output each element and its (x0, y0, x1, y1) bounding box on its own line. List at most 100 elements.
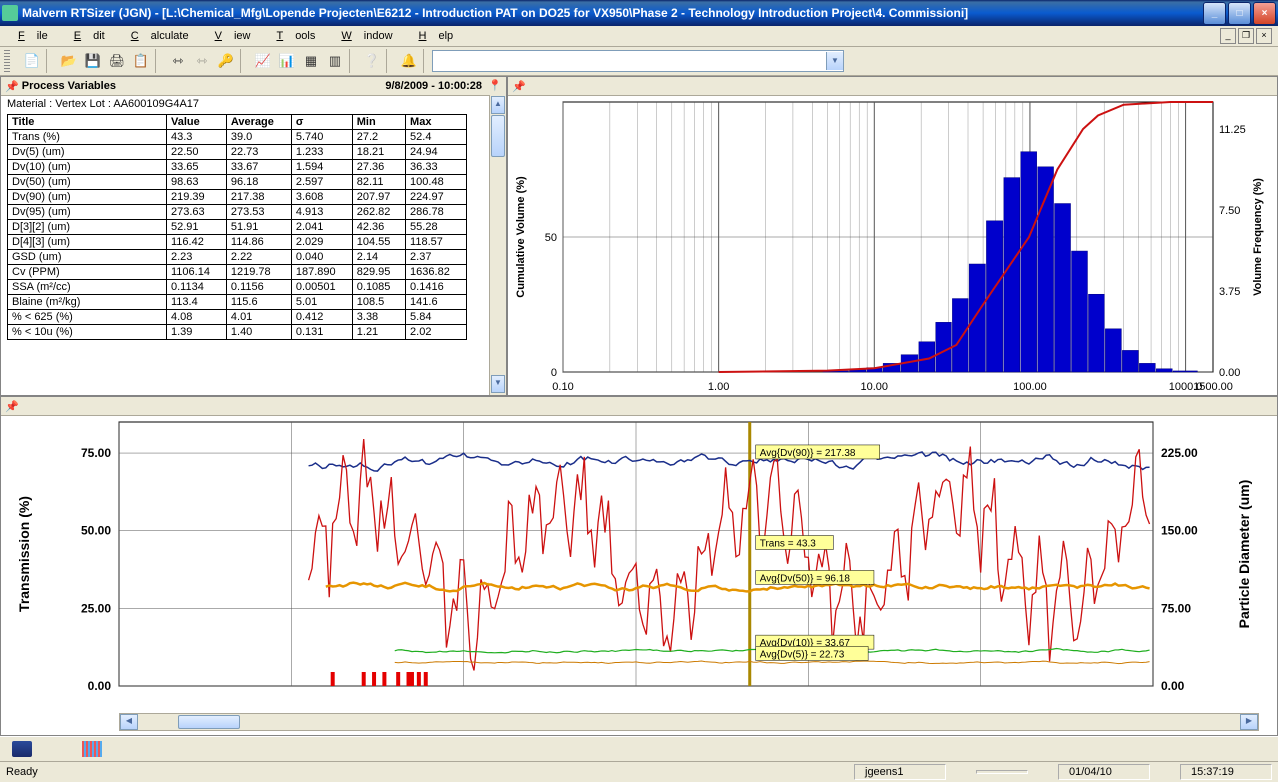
status-user: jgeens1 (854, 764, 946, 780)
computer-icon[interactable] (12, 741, 32, 757)
window-title: Malvern RTSizer (JGN) - [L:\Chemical_Mfg… (22, 6, 968, 20)
table-row: SSA (m²/cc)0.11340.11560.005010.10850.14… (8, 280, 467, 295)
table-row: GSD (um)2.232.220.0402.142.37 (8, 250, 467, 265)
svg-text:11.25: 11.25 (1219, 124, 1246, 136)
menu-edit[interactable]: Edit (62, 28, 117, 44)
status-time: 15:37:19 (1180, 764, 1272, 780)
svg-text:50.00: 50.00 (81, 524, 111, 538)
svg-text:1500.00: 1500.00 (1193, 381, 1233, 393)
workspace: 📌 Process Variables 9/8/2009 - 10:00:28 … (0, 76, 1278, 736)
connect-button[interactable]: ⇿ (168, 51, 188, 71)
tray-bar (0, 736, 1278, 761)
disconnect-button[interactable]: ⇿ (192, 51, 212, 71)
status-ready: Ready (6, 766, 38, 778)
pushpin-icon[interactable]: 📍 (488, 79, 502, 93)
col-max: Max (406, 115, 467, 130)
minimize-button[interactable]: _ (1203, 2, 1226, 25)
table-row: D[4][3] (um)116.42114.862.029104.55118.5… (8, 235, 467, 250)
menu-help[interactable]: Help (407, 28, 466, 44)
menu-file[interactable]: File (6, 28, 60, 44)
panel-scrollbar[interactable]: ▲ ▼ (489, 95, 506, 395)
pin-icon[interactable]: 📌 (5, 80, 19, 93)
table-row: Blaine (m²/kg)113.4115.65.01108.5141.6 (8, 295, 467, 310)
close-button[interactable]: × (1253, 2, 1276, 25)
svg-text:25.00: 25.00 (81, 601, 111, 615)
svg-text:225.00: 225.00 (1161, 446, 1198, 460)
menu-calculate[interactable]: Calculate (119, 28, 201, 44)
col-value: Value (167, 115, 227, 130)
scroll-left-button[interactable]: ◀ (120, 714, 138, 730)
window-titlebar: Malvern RTSizer (JGN) - [L:\Chemical_Mfg… (0, 0, 1278, 26)
chart2-button[interactable]: 📊 (277, 51, 297, 71)
process-variables-panel: 📌 Process Variables 9/8/2009 - 10:00:28 … (0, 76, 507, 396)
save-button[interactable]: 💾 (83, 51, 103, 71)
svg-text:Avg{Dv(90)} = 217.38: Avg{Dv(90)} = 217.38 (760, 448, 856, 459)
hscroll-thumb[interactable] (178, 715, 240, 729)
status-empty (976, 770, 1028, 774)
table-button[interactable]: ▦ (301, 51, 321, 71)
panel-title: Process Variables (22, 80, 116, 92)
svg-text:75.00: 75.00 (1161, 601, 1191, 615)
table-row: Dv(95) (um)273.63273.534.913262.82286.78 (8, 205, 467, 220)
mdi-restore-button[interactable]: ❐ (1238, 28, 1254, 44)
open-button[interactable]: 📂 (59, 51, 79, 71)
svg-text:Avg{Dv(5)} = 22.73: Avg{Dv(5)} = 22.73 (760, 649, 845, 660)
key-button[interactable]: 🔑 (216, 51, 236, 71)
svg-text:100.00: 100.00 (1013, 381, 1047, 393)
report-button[interactable]: ▥ (325, 51, 345, 71)
svg-text:0: 0 (551, 367, 557, 379)
table-row: Trans (%)43.339.05.74027.252.4 (8, 130, 467, 145)
scroll-up-button[interactable]: ▲ (491, 96, 505, 114)
svg-text:Transmission (%): Transmission (%) (16, 496, 32, 612)
svg-text:150.00: 150.00 (1161, 524, 1198, 538)
svg-text:Cumulative Volume (%): Cumulative Volume (%) (515, 176, 527, 298)
chart1-button[interactable]: 📈 (253, 51, 273, 71)
mdi-close-button[interactable]: × (1256, 28, 1272, 44)
svg-text:3.75: 3.75 (1219, 286, 1240, 298)
maximize-button[interactable]: □ (1228, 2, 1251, 25)
col-average: Average (226, 115, 291, 130)
chevron-down-icon[interactable]: ▼ (826, 52, 843, 70)
svg-text:10.00: 10.00 (861, 381, 889, 393)
table-row: % < 625 (%)4.084.010.4123.385.84 (8, 310, 467, 325)
svg-text:0.00: 0.00 (1219, 367, 1240, 379)
table-row: Dv(10) (um)33.6533.671.59427.3636.33 (8, 160, 467, 175)
svg-text:50: 50 (545, 232, 557, 244)
menu-view[interactable]: View (203, 28, 263, 44)
table-row: Dv(5) (um)22.5022.731.23318.2124.94 (8, 145, 467, 160)
svg-text:0.00: 0.00 (88, 679, 112, 693)
col-sigma: σ (291, 115, 352, 130)
psd-chart-panel: 📌 0.101.0010.00100.001000.01500.000500.0… (507, 76, 1278, 396)
table-row: Cv (PPM)1106.141219.78187.890829.951636.… (8, 265, 467, 280)
menu-window[interactable]: Window (329, 28, 404, 44)
toolbar: 📄 📂 💾 🖨 📋 ⇿ ⇿ 🔑 📈 📊 ▦ ▥ ❔ 🔔 ▼ (0, 47, 1278, 76)
svg-text:Avg{Dv(50)} = 96.18: Avg{Dv(50)} = 96.18 (760, 573, 851, 584)
svg-text:Volume Frequency (%): Volume Frequency (%) (1252, 178, 1264, 296)
table-row: Dv(90) (um)219.39217.383.608207.97224.97 (8, 190, 467, 205)
svg-text:0.00: 0.00 (1161, 679, 1185, 693)
help-button[interactable]: ❔ (362, 51, 382, 71)
svg-text:Particle Diameter (um): Particle Diameter (um) (1236, 480, 1252, 629)
col-title: Title (8, 115, 167, 130)
toolbar-grip (4, 50, 10, 72)
pin-icon[interactable]: 📌 (512, 80, 526, 93)
status-date: 01/04/10 (1058, 764, 1150, 780)
trend-hscrollbar[interactable]: ◀ ▶ (119, 713, 1259, 731)
alarm-button[interactable]: 🔔 (399, 51, 419, 71)
wave-icon[interactable] (82, 741, 102, 757)
copy-button[interactable]: 📋 (131, 51, 151, 71)
table-row: Dv(50) (um)98.6396.182.59782.11100.48 (8, 175, 467, 190)
new-button[interactable]: 📄 (22, 51, 42, 71)
svg-text:1.00: 1.00 (708, 381, 729, 393)
mdi-minimize-button[interactable]: _ (1220, 28, 1236, 44)
svg-text:75.00: 75.00 (81, 446, 111, 460)
scroll-right-button[interactable]: ▶ (1240, 714, 1258, 730)
selector-combo[interactable]: ▼ (432, 50, 844, 72)
scroll-down-button[interactable]: ▼ (491, 375, 505, 393)
panel-timestamp: 9/8/2009 - 10:00:28 (385, 80, 482, 92)
pin-icon[interactable]: 📌 (5, 400, 19, 413)
col-min: Min (352, 115, 405, 130)
menu-tools[interactable]: Tools (264, 28, 327, 44)
print-button[interactable]: 🖨 (107, 51, 127, 71)
scroll-thumb[interactable] (491, 115, 505, 157)
